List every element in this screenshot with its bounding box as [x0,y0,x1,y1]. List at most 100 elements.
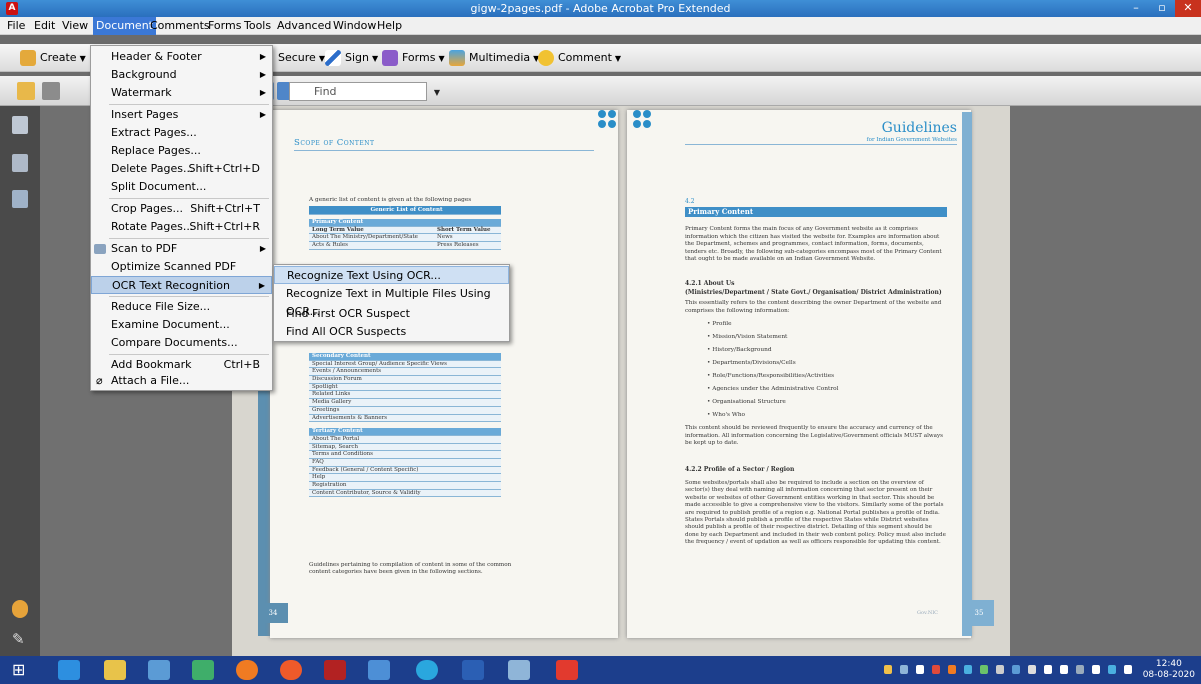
secondary-head: Secondary Content [309,353,501,361]
tray-icon[interactable] [884,665,892,674]
tray-icon[interactable] [980,665,988,674]
sign-button[interactable]: Sign ▼ [325,49,378,67]
volume-tray-icon[interactable] [1060,665,1068,674]
left-page-header: Scope of Content [294,138,375,148]
tray-icon[interactable] [1076,665,1084,674]
menu-window[interactable]: Window [330,17,379,35]
table-row: Feedback (General / Content Specific) [309,466,501,475]
menu-item-replace-pages[interactable]: Replace Pages... [91,142,272,160]
tray-icon[interactable] [900,665,908,674]
network-tray-icon[interactable] [1044,665,1052,674]
app-icon-3[interactable] [508,660,530,680]
ie-icon[interactable] [58,660,80,680]
left-page: Scope of Content A generic list of conte… [258,110,618,638]
tray-icon[interactable] [1028,665,1036,674]
table-row: Related Links [309,391,501,400]
menu-item-examine-document[interactable]: Examine Document... [91,316,272,334]
tray-icon[interactable] [1092,665,1100,674]
signatures-icon[interactable] [12,190,28,208]
firefox-icon[interactable] [236,660,258,680]
tray-icon[interactable] [1108,665,1116,674]
menu-item-header-footer[interactable]: Header & Footer ▶ [91,48,272,66]
recognize-text-multiple-files[interactable]: Recognize Text in Multiple Files Using O… [274,285,509,318]
find-all-ocr-suspects[interactable]: Find All OCR Suspects [274,323,509,341]
recognize-text-ocr[interactable]: Recognize Text Using OCR... [274,266,509,284]
menu-item-delete-pages[interactable]: Delete Pages... Shift+Ctrl+D [91,160,272,178]
maximize-button[interactable]: ▫ [1149,0,1175,17]
forms-button[interactable]: Forms ▼ [382,49,445,67]
windows-start-icon[interactable]: ⊞ [12,660,34,680]
clock-date: 08-08-2020 [1142,670,1195,680]
network-icon[interactable] [368,660,390,680]
bullet-item: • Departments/Divisions/Cells [707,360,796,366]
minimize-button[interactable]: – [1123,0,1149,17]
menu-item-ocr[interactable]: OCR Text Recognition ▶ [91,276,272,294]
filezilla-icon[interactable] [324,660,346,680]
bookmarks-icon[interactable] [12,154,28,172]
tray-icon[interactable] [948,665,956,674]
menu-item-compare-documents[interactable]: Compare Documents... [91,334,272,352]
menu-tools[interactable]: Tools [241,17,274,35]
create-button[interactable]: Create ▼ [20,49,86,67]
tray-icon[interactable] [996,665,1004,674]
section-number: 4.2 [685,198,695,205]
attachment-paperclip-icon[interactable]: ✎ [12,630,28,648]
para-about: This essentially refers to the content d… [685,300,942,314]
table-row: Discussion Forum [309,376,501,384]
comment-bubble-icon [538,50,554,66]
close-button[interactable]: ✕ [1175,0,1201,17]
menu-help[interactable]: Help [374,17,405,35]
print-icon[interactable] [42,82,60,100]
tray-icon[interactable] [964,665,972,674]
table-col-head: Long Term Value Short Term Value [309,226,501,235]
menu-item-background[interactable]: Background ▶ [91,66,272,84]
create-icon [20,50,36,66]
menu-item-scan-to-pdf[interactable]: Scan to PDF ▶ [91,240,272,258]
edge-icon[interactable] [416,660,438,680]
menu-item-crop-pages[interactable]: Crop Pages... Shift+Ctrl+T [91,200,272,218]
menu-item-attach-file[interactable]: ⌀ Attach a File... [91,372,272,390]
chrome-icon[interactable] [280,660,302,680]
multimedia-button[interactable]: Multimedia ▼ [449,49,539,67]
word-icon[interactable] [462,660,484,680]
menu-edit[interactable]: Edit [31,17,58,35]
menu-item-rotate-pages[interactable]: Rotate Pages... Shift+Ctrl+R [91,218,272,236]
right-page-title: Guidelines [881,120,957,136]
app-icon-2[interactable] [192,660,214,680]
secure-button[interactable]: Secure ▼ [278,49,325,67]
acrobat-taskbar-icon[interactable] [556,660,578,680]
menu-file[interactable]: File [4,17,28,35]
table-row: About The Portal [309,435,501,444]
menu-item-extract-pages[interactable]: Extract Pages... [91,124,272,142]
tray-icon[interactable] [932,665,940,674]
app-icon-1[interactable] [148,660,170,680]
pages-icon[interactable] [12,116,28,134]
menu-comments[interactable]: Comments [147,17,213,35]
menu-forms[interactable]: Forms [205,17,244,35]
right-page-edge [962,112,972,636]
table-intro: A generic list of content is given at th… [309,197,472,203]
menu-item-watermark[interactable]: Watermark ▶ [91,84,272,102]
tray-icon[interactable] [916,665,924,674]
paperclip-icon: ⌀ [96,374,103,387]
find-dropdown-icon[interactable]: ▼ [434,84,440,101]
file-explorer-icon[interactable] [104,660,126,680]
tray-icon[interactable] [1124,665,1132,674]
left-page-footer-text: Guidelines pertaining to compilation of … [309,562,512,575]
ocr-submenu: Recognize Text Using OCR... Recognize Te… [273,264,510,342]
menu-item-reduce-file-size[interactable]: Reduce File Size... [91,298,272,316]
comment-button[interactable]: Comment ▼ [538,49,621,67]
comments-icon[interactable] [12,600,28,618]
taskbar-clock[interactable]: 12:40 08-08-2020 [1143,659,1195,681]
open-folder-icon[interactable] [17,82,35,100]
menu-advanced[interactable]: Advanced [274,17,334,35]
find-input[interactable]: Find ▼ [289,82,440,101]
tray-icon[interactable] [1012,665,1020,674]
menu-bar: File Edit View Document Comments Forms T… [0,17,1201,35]
find-first-ocr-suspect[interactable]: Find First OCR Suspect [274,305,509,323]
primary-head: Primary Content [309,219,501,227]
menu-view[interactable]: View [59,17,91,35]
menu-item-split-document[interactable]: Split Document... [91,178,272,196]
menu-item-insert-pages[interactable]: Insert Pages ▶ [91,106,272,124]
menu-item-optimize-scanned[interactable]: Optimize Scanned PDF [91,258,272,276]
